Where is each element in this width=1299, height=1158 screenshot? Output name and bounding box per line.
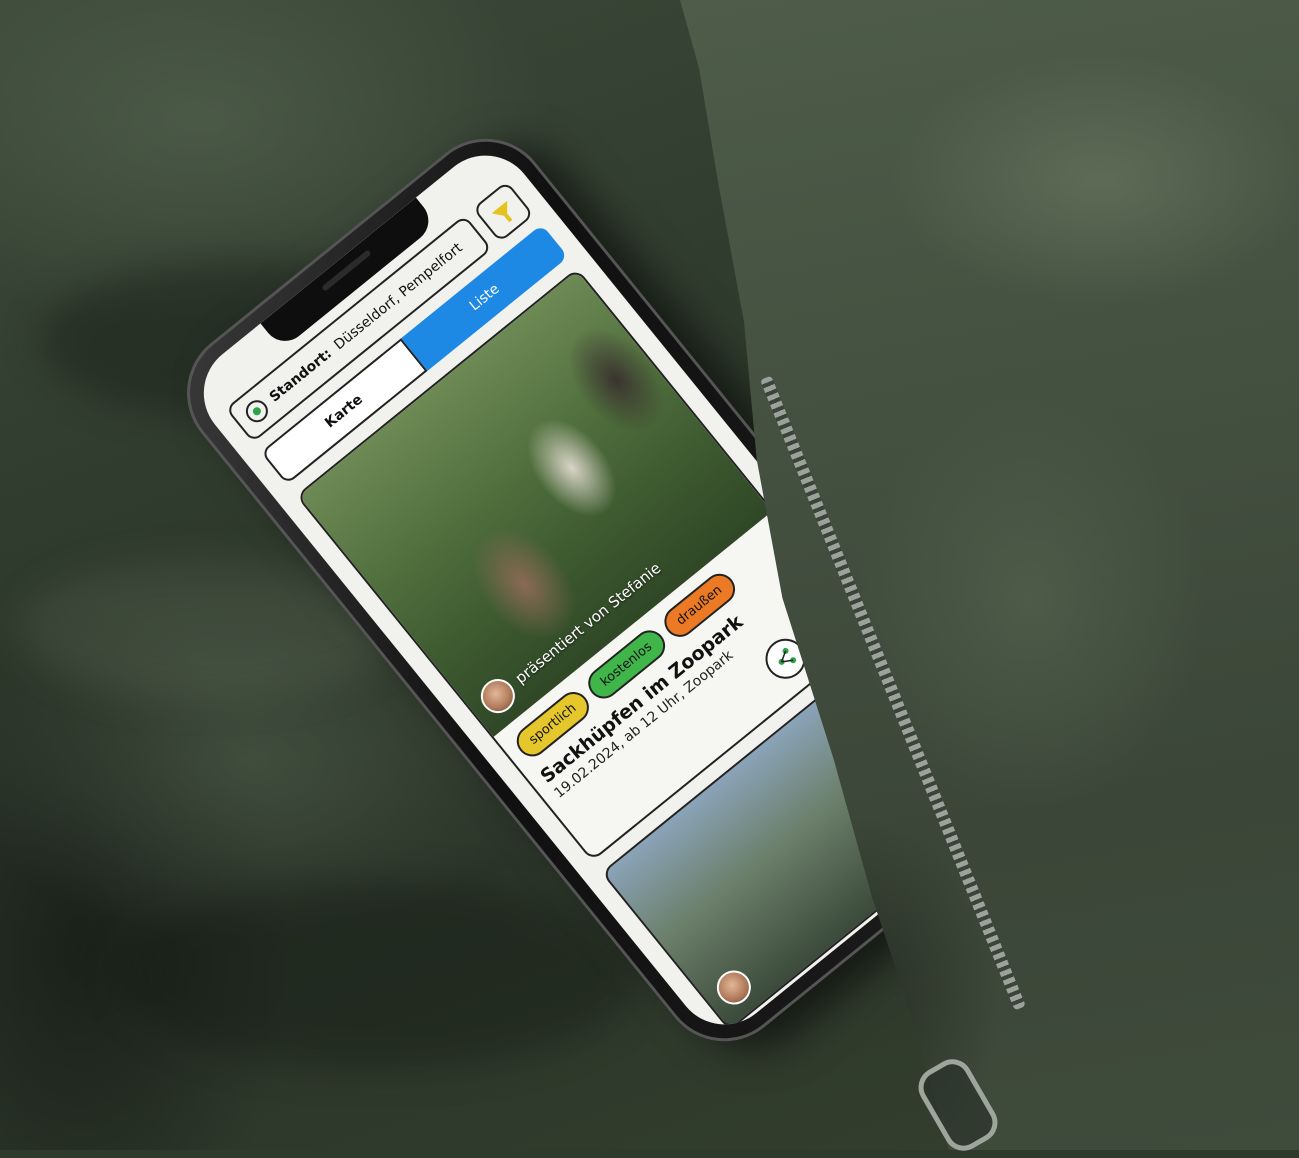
location-label: Standort: [266,345,336,406]
filter-button[interactable] [472,180,535,243]
fabric-fold [120,880,640,1070]
share-icon [778,647,797,665]
funnel-icon [491,200,515,223]
avatar [709,963,758,1012]
avatar [473,672,522,720]
location-pin-icon [241,395,273,427]
